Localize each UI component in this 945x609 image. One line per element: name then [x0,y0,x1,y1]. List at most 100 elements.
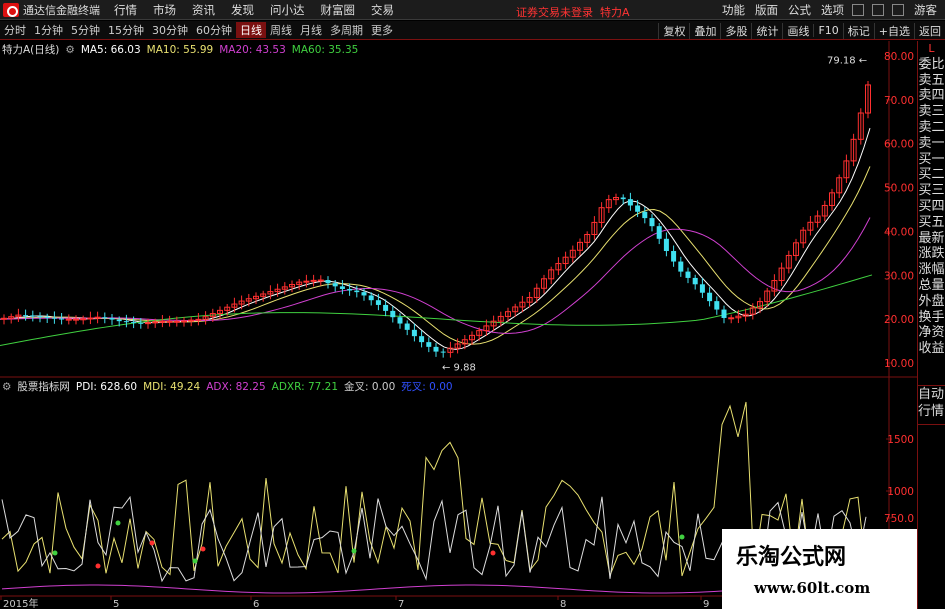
candle-body-down [404,323,410,330]
tool-fuquan[interactable]: 复权 [658,22,689,39]
candle-body-down [642,211,648,219]
menu-wenxiaoda[interactable]: 问小达 [270,2,305,18]
price-tick-label: 40.00 [884,226,914,238]
candle-body-up [1,317,7,320]
tool-duogu[interactable]: 多股 [720,22,751,39]
candle-body-down [332,283,338,287]
menu-banmian[interactable]: 版面 [755,2,778,18]
candle-body-down [123,321,129,323]
quote-turnover: 换手 [918,309,945,325]
period-1min[interactable]: 1分钟 [30,22,67,38]
candle-body-down [411,329,417,337]
stock-title: 特力A [600,6,630,19]
candle-body-down [620,197,626,200]
price-tick-label: 20.00 [884,314,914,326]
indicator-tick-label: 1000 [887,486,914,498]
candle-body-up [303,280,310,283]
candle-body-down [361,292,367,296]
candle-body-up [317,279,324,282]
menu-caifuquan[interactable]: 财富圈 [321,2,356,18]
candle-body-down [368,295,374,301]
menu-xuanxiang[interactable]: 选项 [821,2,844,18]
quote-buy5: 买五 [918,214,945,230]
period-60min[interactable]: 60分钟 [192,22,236,38]
indicator-tick-label: 1500 [887,434,914,446]
candle-body-down [692,277,698,285]
quote-sell5: 卖五 [918,72,945,88]
quote-sell2: 卖二 [918,119,945,135]
kline-chart[interactable]: 79.18 ← ← 9.88 80.00 70.00 60.00 50.00 40.00 3… [0,41,917,609]
menu-jiaoyi[interactable]: 交易 [371,2,394,18]
x-axis-label: 6 [253,599,259,609]
maximize-icon[interactable] [872,4,884,16]
candle-body-down [685,271,691,278]
x-axis-label: 7 [398,599,404,609]
candle-body-up [145,322,151,325]
candle-body-up [152,321,159,324]
tab-quote[interactable]: 行情 [917,403,945,420]
candle-body-down [23,315,29,317]
login-warning: 证券交易未登录 [516,6,593,19]
menu-faxian[interactable]: 发现 [231,2,254,18]
right-menu: 功能 版面 公式 选项 游客 [712,0,937,20]
cross-marker [149,540,155,546]
quote-sell4: 卖四 [918,88,945,104]
tool-zixuan[interactable]: +自选 [873,22,914,39]
price-tick-label: 80.00 [884,51,914,63]
app-title: 通达信金融终端 [23,3,100,17]
period-toolbar: 分时 1分钟 5分钟 15分钟 30分钟 60分钟 日线 周线 月线 多周期 更… [0,21,945,40]
minimize-icon[interactable] [852,4,864,16]
menu-gongshi[interactable]: 公式 [788,2,811,18]
guest-label[interactable]: 游客 [914,2,937,18]
cross-marker [52,550,58,556]
tool-huaxian[interactable]: 画线 [782,22,813,39]
candle-body-down [44,316,50,318]
candle-body-down [699,284,705,293]
x-axis-label: 8 [560,599,566,609]
candle-body-down [707,292,713,302]
candle-body-up [73,318,79,321]
candle-body-down [51,317,57,319]
candle-body-down [426,342,432,347]
period-fenshi[interactable]: 分时 [0,22,30,38]
cross-marker [192,558,198,564]
tool-f10[interactable]: F10 [813,24,842,37]
menu-zixun[interactable]: 资讯 [192,2,215,18]
tool-fanhui[interactable]: 返回 [914,22,945,39]
cross-marker [200,546,206,552]
candle-body-down [37,316,43,318]
quote-weibi: 委比 [918,56,945,72]
price-tick-label: 50.00 [884,183,914,195]
period-15min[interactable]: 15分钟 [104,22,148,38]
tool-diejia[interactable]: 叠加 [689,22,720,39]
tool-biaoji[interactable]: 标记 [842,22,874,39]
right-quote-panel: L 委比 卖五 卖四 卖三 卖二 卖一 买一 买二 买三 买四 买五 最新 涨跌… [917,41,945,609]
candle-body-down [656,226,662,239]
period-monthly[interactable]: 月线 [296,22,326,38]
menu-shichang[interactable]: 市场 [153,2,176,18]
quote-latest: 最新 [918,230,945,246]
period-more[interactable]: 更多 [367,22,397,38]
quote-change: 涨跌 [918,246,945,262]
menu-gongneng[interactable]: 功能 [722,2,745,18]
quote-sell1: 卖一 [918,135,945,151]
menu-hangqing[interactable]: 行情 [114,2,137,18]
ma60-line [0,274,873,346]
cross-marker [490,550,496,556]
period-30min[interactable]: 30分钟 [148,22,192,38]
period-daily[interactable]: 日线 [236,22,266,38]
candle-body-down [347,288,353,291]
candle-body-down [383,304,389,311]
close-icon[interactable] [892,4,904,16]
period-weekly[interactable]: 周线 [266,22,296,38]
cross-marker [95,563,101,569]
x-axis-label: 9 [703,599,709,609]
tool-tongji[interactable]: 统计 [751,22,782,39]
tab-auto[interactable]: 自动 [917,386,945,403]
period-5min[interactable]: 5分钟 [67,22,104,38]
menu-bar: 通达信金融终端 行情 市场 资讯 发现 问小达 财富圈 交易 证券交易未登录 特… [0,0,945,20]
cross-marker [351,548,357,554]
period-multi[interactable]: 多周期 [326,22,367,38]
price-tick-label: 30.00 [884,270,914,282]
candle-body-up [65,318,72,321]
